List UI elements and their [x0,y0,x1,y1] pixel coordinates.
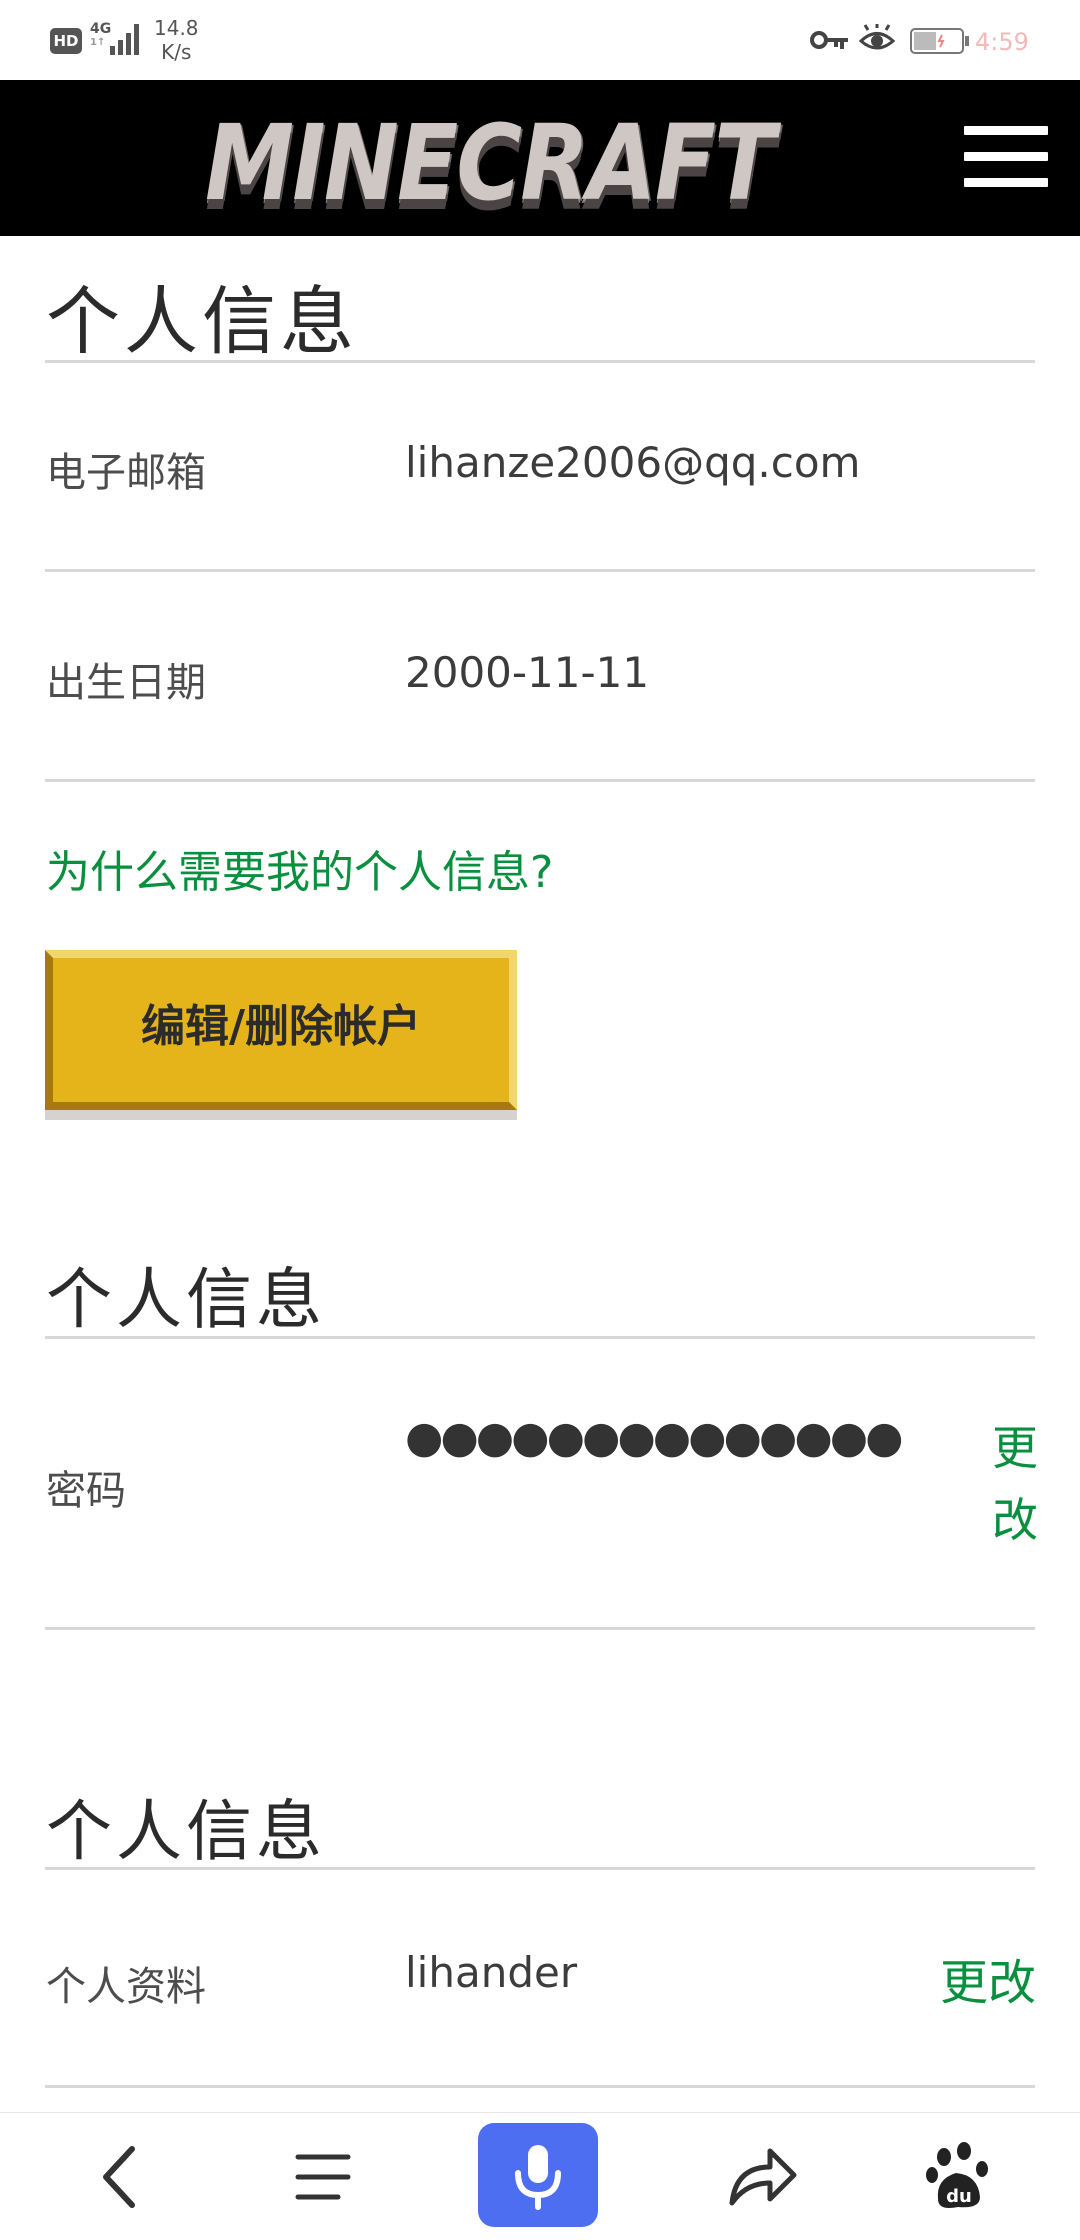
password-label: 密码 [46,1468,126,1514]
network-speed: 14.8 K/s [154,16,199,64]
section-title-profile: 个人信息 [46,1793,326,1870]
signal-icon [110,24,139,55]
divider [45,779,1035,782]
share-arrow-icon[interactable] [698,2113,818,2240]
back-arrow-glyph [103,2146,135,2208]
divider [45,1867,1035,1870]
baidu-du-label: du [946,2186,972,2207]
back-arrow-icon[interactable] [60,2113,180,2240]
edit-delete-account-button[interactable]: 编辑/删除帐户 [45,950,517,1110]
menu-bar-middle [964,152,1048,161]
divider [45,2085,1035,2088]
birthdate-label: 出生日期 [46,660,206,706]
battery-icon [910,28,969,54]
divider [45,1627,1035,1630]
birthdate-value: 2000-11-11 [405,648,650,697]
hd-badge: HD [50,28,82,54]
section-title-password: 个人信息 [46,1261,326,1338]
vpn-key-icon [810,31,848,49]
password-mask: ●●●●●●●●●●●●●● [405,1412,903,1463]
microphone-icon[interactable] [478,2123,598,2227]
menu-bar-bottom [964,178,1048,187]
menu-bar-top [964,126,1048,135]
change-profile-link[interactable]: 更改 [940,1943,1036,2013]
microphone-glyph [515,2145,561,2210]
baidu-paw-glyph: du [926,2142,988,2208]
speed-unit: K/s [161,40,192,64]
list-menu-icon[interactable] [262,2113,382,2240]
browser-bottom-bar: du [0,2112,1080,2240]
eye-comfort-icon [858,24,896,50]
screen: HD 4G 1↑ 14.8 K/s 4:59 MINECRAFT 个人信息 电子… [0,0,1080,2240]
change-password-link[interactable]: 更改 [992,1412,1040,1556]
email-value: lihanze2006@qq.com [405,438,861,487]
email-label: 电子邮箱 [46,450,206,496]
profile-value: lihander [405,1948,578,1997]
profile-label: 个人资料 [46,1964,206,2010]
hamburger-menu-icon[interactable] [962,124,1050,190]
divider [45,360,1035,363]
clock: 4:59 [975,28,1029,56]
divider [45,569,1035,572]
why-personal-info-link[interactable]: 为什么需要我的个人信息? [46,836,553,900]
logo-wordmark: MINECRAFT [205,102,775,224]
divider [45,1336,1035,1339]
section-title-personal: 个人信息 [46,279,358,365]
baidu-paw-icon[interactable]: du [898,2113,1018,2240]
minecraft-logo[interactable]: MINECRAFT [205,108,875,228]
list-menu-glyph [295,2154,351,2200]
status-bar: HD 4G 1↑ 14.8 K/s 4:59 [0,0,1080,80]
edit-delete-account-label: 编辑/删除帐户 [140,1001,422,1052]
speed-value: 14.8 [154,16,199,40]
share-arrow-glyph [729,2148,797,2206]
